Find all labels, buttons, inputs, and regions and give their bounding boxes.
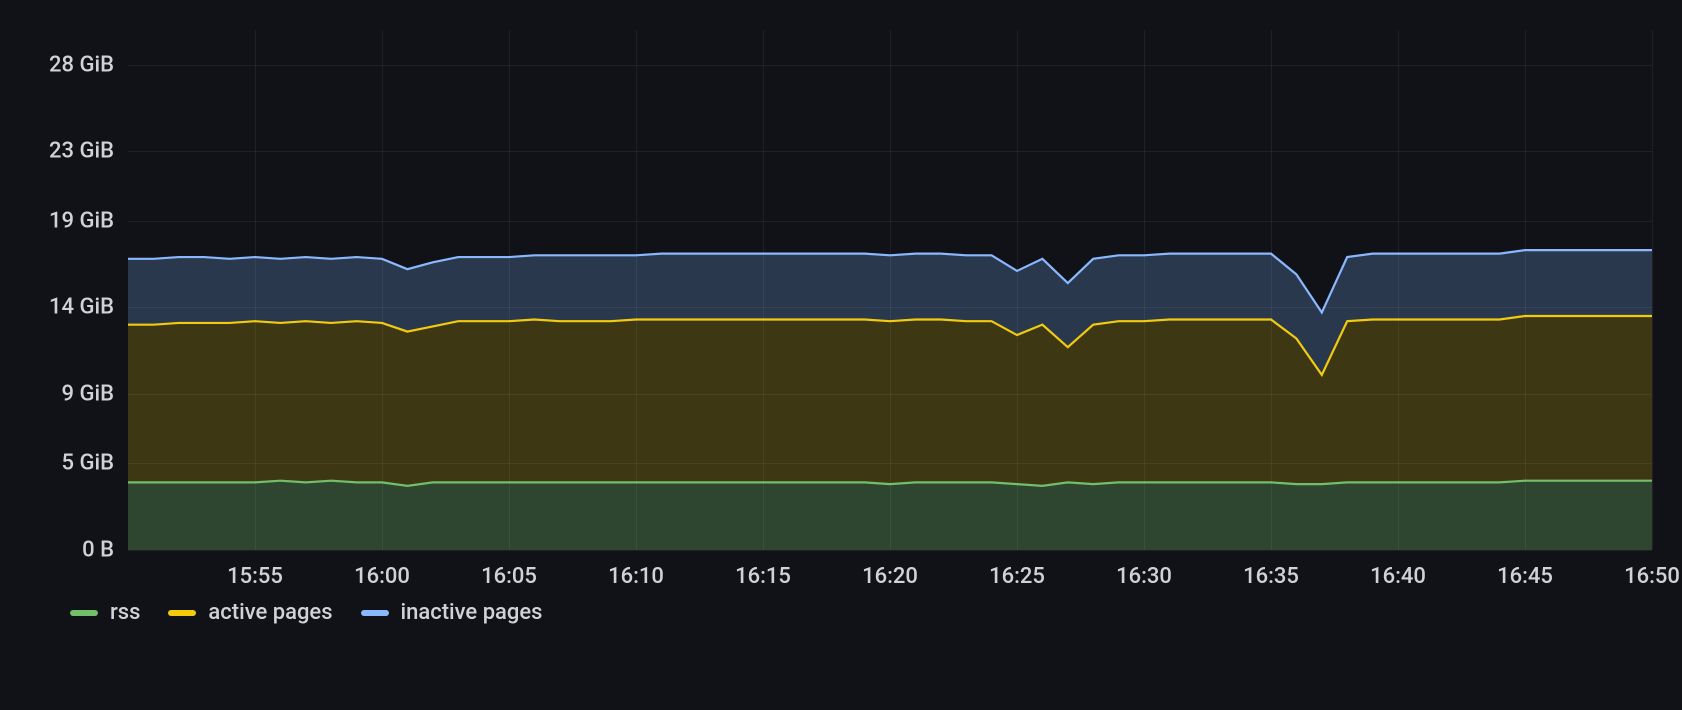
- grid-v: [890, 30, 891, 550]
- grid-v: [255, 30, 256, 550]
- legend-label: rss: [110, 600, 140, 625]
- legend: rss active pages inactive pages: [0, 600, 1682, 625]
- grid-v: [636, 30, 637, 550]
- chart-panel: 0 B 5 GiB 9 GiB 14 GiB 19 GiB 23 GiB 28 GiB 15:…: [0, 0, 1682, 710]
- legend-label: inactive pages: [401, 600, 543, 625]
- x-tick-label: 16:40: [1370, 550, 1426, 589]
- y-tick-label: 28 GiB: [49, 52, 128, 77]
- x-tick-label: 16:05: [481, 550, 537, 589]
- grid-v: [382, 30, 383, 550]
- grid-v: [1398, 30, 1399, 550]
- legend-item-active[interactable]: active pages: [168, 600, 332, 625]
- x-tick-label: 16:10: [608, 550, 664, 589]
- x-tick-label: 16:00: [354, 550, 410, 589]
- y-tick-label: 0 B: [82, 538, 128, 563]
- y-tick-label: 23 GiB: [49, 139, 128, 164]
- legend-swatch: [168, 610, 196, 616]
- grid-v: [509, 30, 510, 550]
- y-tick-label: 14 GiB: [49, 295, 128, 320]
- legend-item-inactive[interactable]: inactive pages: [361, 600, 543, 625]
- y-tick-label: 5 GiB: [62, 451, 128, 476]
- x-tick-label: 16:25: [989, 550, 1045, 589]
- grid-v: [1525, 30, 1526, 550]
- x-tick-label: 16:35: [1243, 550, 1299, 589]
- grid-v: [1017, 30, 1018, 550]
- x-tick-label: 16:50: [1624, 550, 1680, 589]
- x-tick-label: 16:20: [862, 550, 918, 589]
- y-tick-label: 9 GiB: [62, 382, 128, 407]
- x-tick-label: 16:45: [1497, 550, 1553, 589]
- x-tick-label: 15:55: [227, 550, 283, 589]
- plot-area[interactable]: 0 B5 GiB9 GiB14 GiB19 GiB23 GiB28 GiB15:…: [128, 30, 1652, 550]
- legend-swatch: [70, 610, 98, 616]
- x-tick-label: 16:15: [735, 550, 791, 589]
- x-tick-label: 16:30: [1116, 550, 1172, 589]
- legend-item-rss[interactable]: rss: [70, 600, 140, 625]
- grid-v: [763, 30, 764, 550]
- grid-v: [1271, 30, 1272, 550]
- grid-v: [1144, 30, 1145, 550]
- legend-swatch: [361, 610, 389, 616]
- grid-v: [1652, 30, 1653, 550]
- y-tick-label: 19 GiB: [49, 208, 128, 233]
- legend-label: active pages: [208, 600, 332, 625]
